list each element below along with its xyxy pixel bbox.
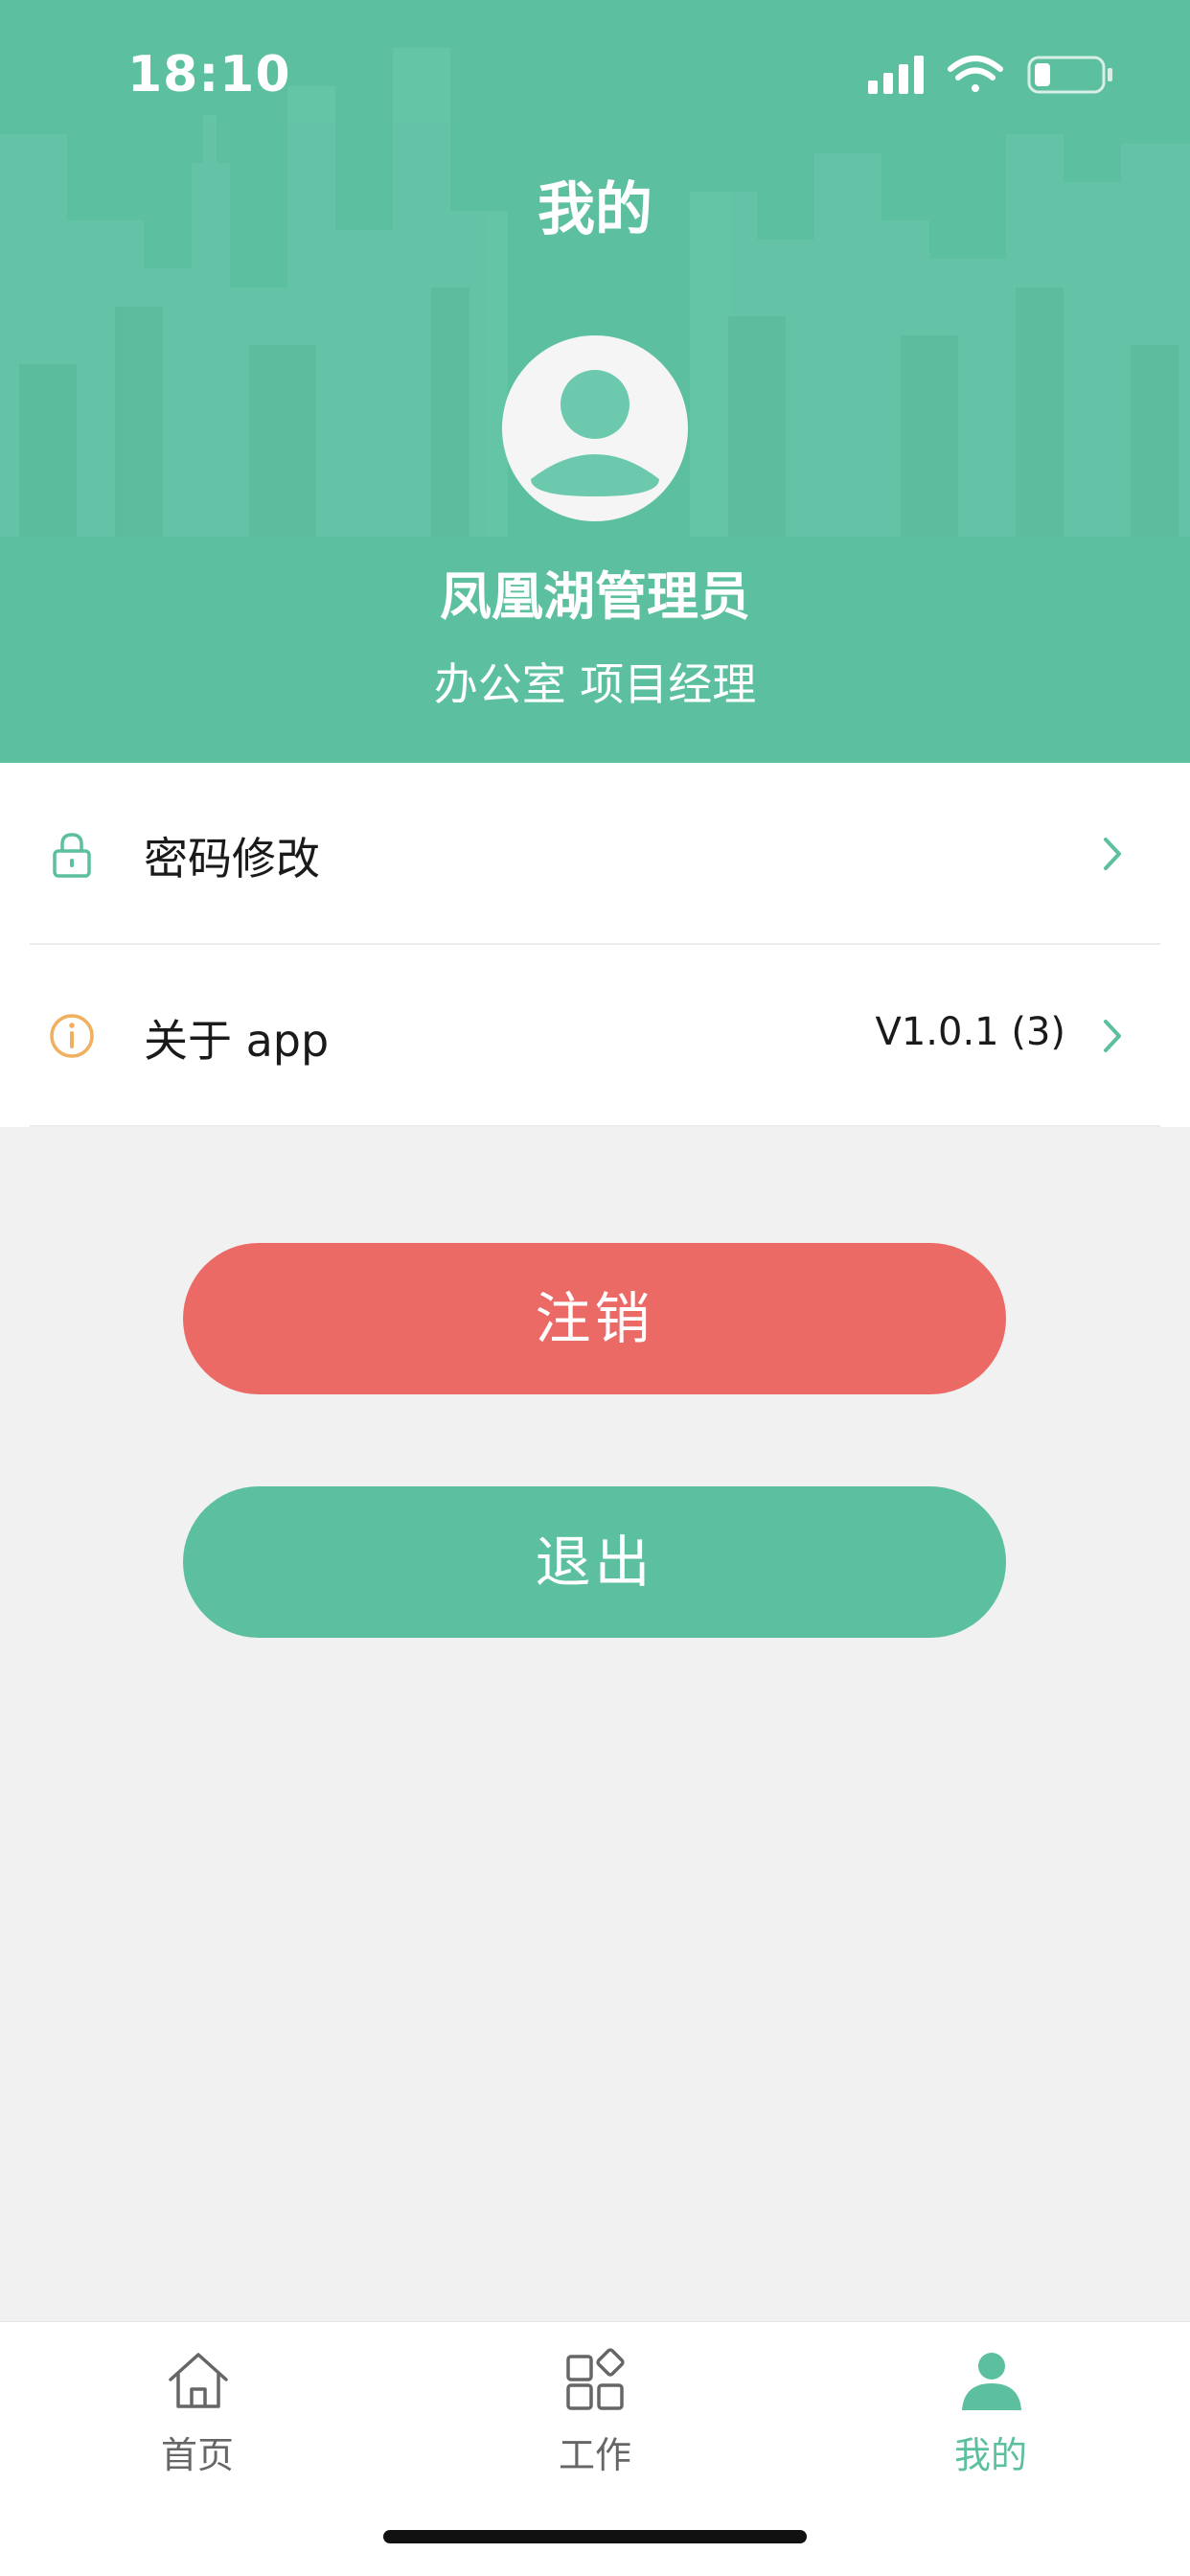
battery-icon bbox=[1027, 56, 1112, 94]
status-time: 18:10 bbox=[127, 46, 291, 104]
tab-mine[interactable]: 我的 bbox=[895, 2322, 1087, 2495]
page-title: 我的 bbox=[538, 176, 652, 243]
tab-label: 首页 bbox=[160, 2434, 234, 2476]
chevron-right-icon bbox=[1104, 1020, 1121, 1052]
tab-label: 工作 bbox=[558, 2434, 631, 2476]
user-name: 凤凰湖管理员 bbox=[440, 566, 750, 627]
avatar[interactable] bbox=[502, 335, 688, 521]
tab-work[interactable]: 工作 bbox=[499, 2322, 691, 2495]
grid-icon bbox=[566, 2348, 625, 2410]
tab-label: 我的 bbox=[953, 2434, 1027, 2476]
status-bar: 18:10 bbox=[0, 0, 1190, 153]
menu-item-label: 关于 app bbox=[144, 1015, 330, 1067]
chevron-right-icon bbox=[1104, 838, 1121, 870]
settings-menu: 密码修改 关于 app V1.0.1 (3) bbox=[0, 763, 1190, 1127]
menu-item-about-app[interactable]: 关于 app V1.0.1 (3) bbox=[0, 945, 1190, 1127]
app-version: V1.0.1 (3) bbox=[875, 1010, 1065, 1054]
cellular-signal-icon bbox=[868, 56, 924, 94]
lock-icon bbox=[53, 833, 91, 878]
exit-button[interactable]: 退出 bbox=[183, 1486, 1006, 1638]
user-role: 办公室 项目经理 bbox=[433, 658, 757, 710]
person-icon bbox=[531, 370, 659, 496]
logout-button[interactable]: 注销 bbox=[183, 1243, 1006, 1394]
profile-header: 18:10 我的 凤凰湖管理员 办公室 项目经理 bbox=[0, 0, 1190, 763]
menu-item-change-password[interactable]: 密码修改 bbox=[0, 763, 1190, 945]
menu-item-label: 密码修改 bbox=[144, 833, 320, 885]
home-icon bbox=[169, 2353, 228, 2408]
tab-home[interactable]: 首页 bbox=[102, 2322, 293, 2495]
wifi-icon bbox=[948, 56, 1003, 92]
home-indicator bbox=[383, 2530, 807, 2543]
info-icon bbox=[50, 1014, 94, 1058]
status-indicators bbox=[868, 56, 1112, 94]
person-icon bbox=[962, 2353, 1021, 2410]
divider bbox=[30, 1125, 1160, 1127]
